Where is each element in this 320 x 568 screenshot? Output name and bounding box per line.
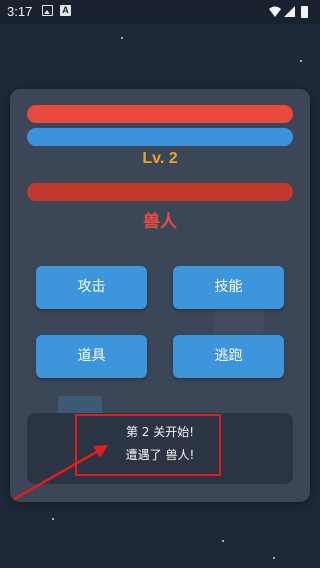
star: [52, 518, 54, 520]
image-icon: [42, 5, 53, 16]
signal-icon: [284, 6, 295, 17]
item-button[interactable]: 道具: [36, 335, 147, 378]
status-bar: 3:17 A: [0, 0, 320, 24]
flee-button[interactable]: 逃跑: [173, 335, 284, 378]
battery-icon: [301, 6, 308, 18]
status-time: 3:17: [7, 4, 33, 19]
star: [300, 60, 302, 62]
player-hp-bar: [27, 105, 293, 123]
attack-button[interactable]: 攻击: [36, 266, 147, 309]
skill-button[interactable]: 技能: [173, 266, 284, 309]
enemy-name: 兽人: [143, 212, 177, 232]
a-icon: A: [60, 5, 71, 16]
player-mp-bar: [27, 128, 293, 146]
star: [121, 37, 123, 39]
player-level: Lv. 2: [142, 150, 178, 167]
star: [273, 557, 275, 559]
annotation-highlight-box: [75, 414, 221, 476]
wifi-icon: [269, 6, 281, 17]
status-icons: [269, 6, 308, 18]
enemy-hp-bar: [27, 183, 293, 201]
star: [222, 540, 224, 542]
